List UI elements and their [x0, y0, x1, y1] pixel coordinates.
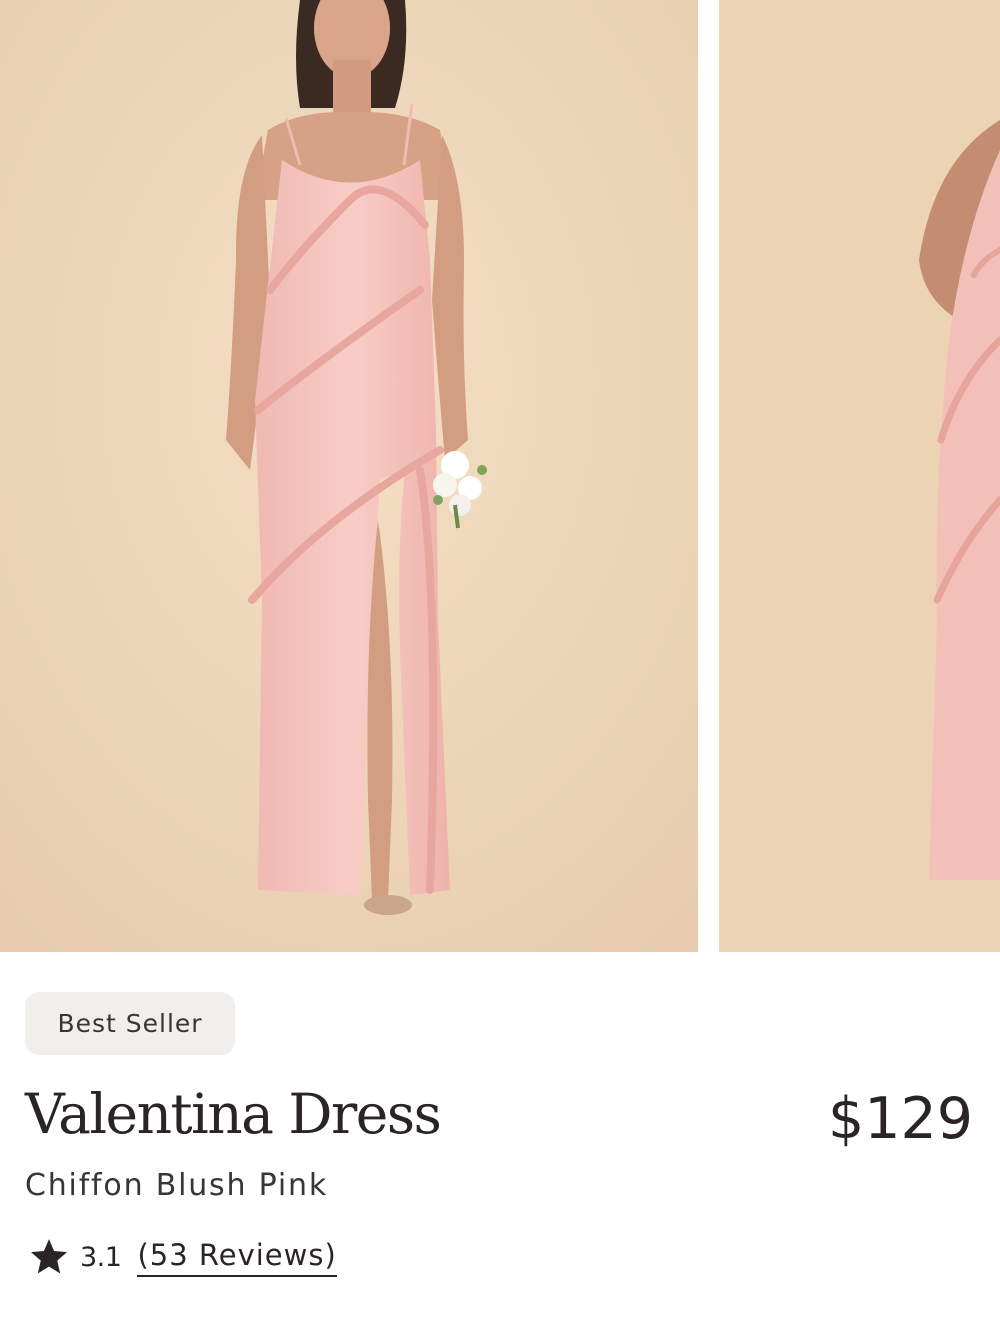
model-side-illustration: [719, 0, 1000, 952]
product-image-side[interactable]: [719, 0, 1000, 952]
best-seller-label: Best Seller: [57, 1009, 203, 1038]
star-icon: [30, 1239, 68, 1274]
rating-summary: 3.1 (53 Reviews): [28, 1232, 337, 1282]
product-variant: Chiffon Blush Pink: [25, 1168, 328, 1203]
product-price: $129: [827, 1086, 973, 1152]
model-front-illustration: [0, 0, 698, 952]
rating-value: 3.1: [80, 1241, 122, 1273]
reviews-link[interactable]: (53 Reviews): [137, 1238, 337, 1277]
product-title: Valentina Dress: [25, 1082, 442, 1146]
product-image-carousel[interactable]: [0, 0, 1000, 952]
best-seller-badge: Best Seller: [25, 992, 235, 1055]
product-image-front[interactable]: [0, 0, 698, 952]
